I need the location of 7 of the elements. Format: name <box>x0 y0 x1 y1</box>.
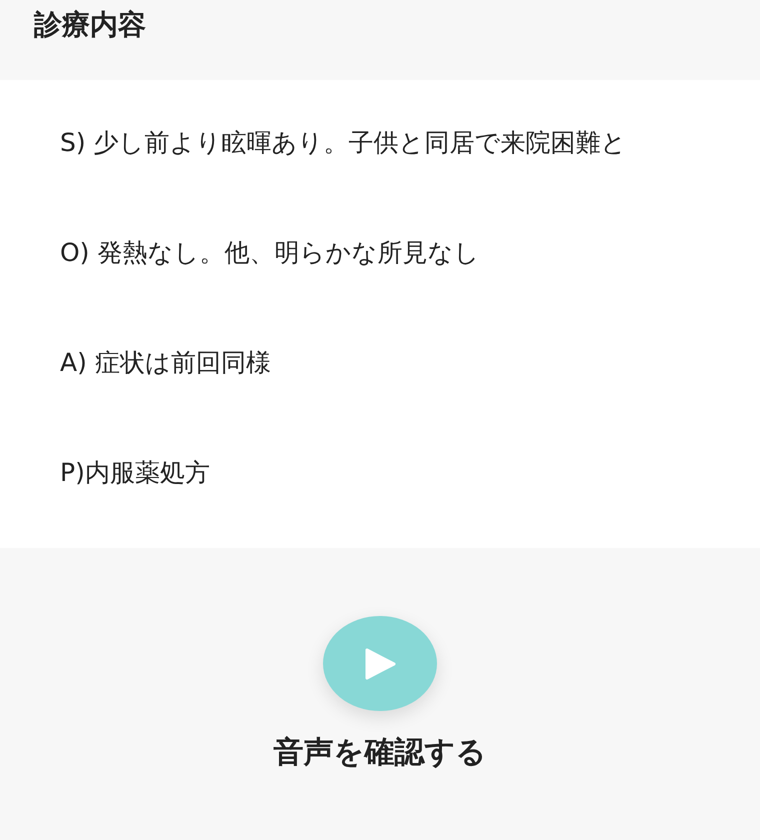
note-text: A) 症状は前回同様 <box>60 347 272 379</box>
audio-label: 音声を確認する <box>274 734 486 772</box>
section-title: 診療内容 <box>34 7 146 43</box>
play-icon <box>363 648 397 680</box>
note-text: O) 発熱なし。他、明らかな所見なし <box>60 237 480 269</box>
note-text: S) 少し前より眩暉あり。子供と同居で来院困難と <box>60 127 628 159</box>
note-text: P)内服薬処方 <box>60 457 211 489</box>
